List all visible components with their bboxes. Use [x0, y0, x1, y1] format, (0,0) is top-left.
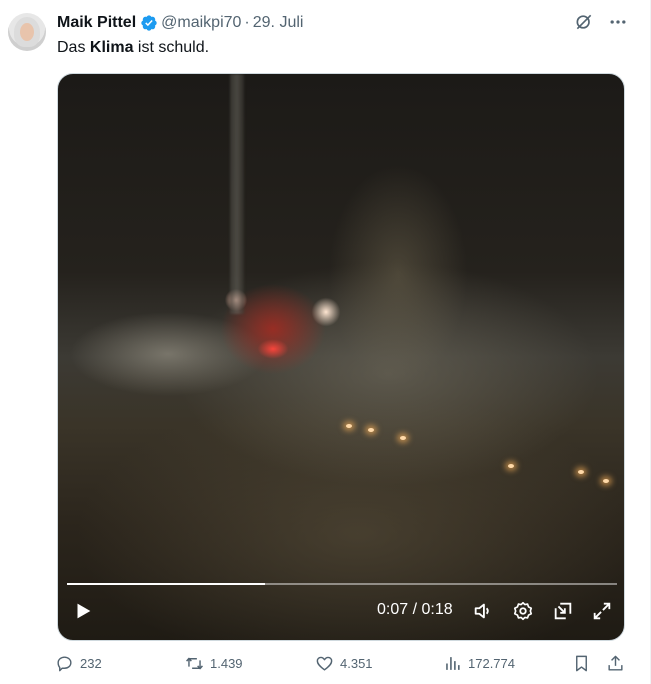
video-time: 0:07 / 0:18	[377, 601, 453, 619]
volume-icon[interactable]	[472, 600, 494, 622]
views-button[interactable]: 172.774	[443, 654, 515, 673]
handle[interactable]: @maikpi70	[161, 14, 241, 32]
display-name[interactable]: Maik Pittel	[57, 14, 136, 32]
current-time: 0:07	[377, 601, 409, 618]
time-separator: /	[408, 601, 422, 618]
avatar[interactable]	[8, 13, 46, 51]
video-frame-detail	[400, 436, 406, 440]
video-progress-bar[interactable]	[67, 583, 617, 585]
tweet-text-part: ist schuld.	[133, 39, 210, 56]
separator-dot: ·	[244, 14, 250, 31]
fullscreen-icon[interactable]	[591, 600, 613, 622]
tweet-text: Das Klima ist schuld.	[57, 37, 209, 59]
video-frame-detail	[346, 424, 352, 428]
reply-button[interactable]: 232	[55, 654, 102, 673]
video-frame-detail	[603, 479, 609, 483]
duration: 0:18	[421, 601, 453, 618]
pip-icon[interactable]	[552, 600, 574, 622]
video-player[interactable]: 0:07 / 0:18	[57, 73, 625, 641]
repost-count: 1.439	[210, 656, 243, 671]
video-frame-detail	[230, 74, 244, 314]
share-button[interactable]	[606, 654, 625, 673]
repost-icon	[185, 654, 210, 673]
tweet[interactable]: Maik Pittel @maikpi70 · 29. Juli Das Kli…	[0, 0, 651, 684]
bookmark-button[interactable]	[572, 654, 591, 673]
video-frame-detail	[328, 164, 468, 384]
tweet-actions: 232 1.439 4.351 172.774	[55, 654, 635, 678]
verified-badge-icon	[140, 14, 158, 32]
video-progress-fill	[67, 583, 265, 585]
like-count: 4.351	[340, 656, 373, 671]
repost-button[interactable]: 1.439	[185, 654, 243, 673]
tweet-text-bold: Klima	[89, 39, 134, 56]
gear-icon[interactable]	[512, 600, 534, 622]
tweet-date[interactable]: 29. Juli	[253, 14, 304, 32]
bookmark-icon	[572, 654, 591, 673]
video-frame-detail	[508, 464, 514, 468]
more-icon[interactable]	[608, 12, 628, 32]
video-frame-detail	[368, 428, 374, 432]
heart-icon	[315, 654, 340, 673]
tweet-text-part: Das	[57, 39, 90, 56]
like-button[interactable]: 4.351	[315, 654, 373, 673]
tweet-header: Maik Pittel @maikpi70 · 29. Juli	[57, 12, 303, 34]
grok-icon[interactable]	[574, 12, 594, 32]
video-controls: 0:07 / 0:18	[58, 588, 624, 640]
reply-icon	[55, 654, 80, 673]
header-actions	[574, 12, 628, 32]
view-count: 172.774	[468, 656, 515, 671]
play-icon[interactable]	[72, 600, 94, 622]
views-icon	[443, 654, 468, 673]
video-frame-detail	[578, 470, 584, 474]
share-icon	[606, 654, 625, 673]
reply-count: 232	[80, 656, 102, 671]
